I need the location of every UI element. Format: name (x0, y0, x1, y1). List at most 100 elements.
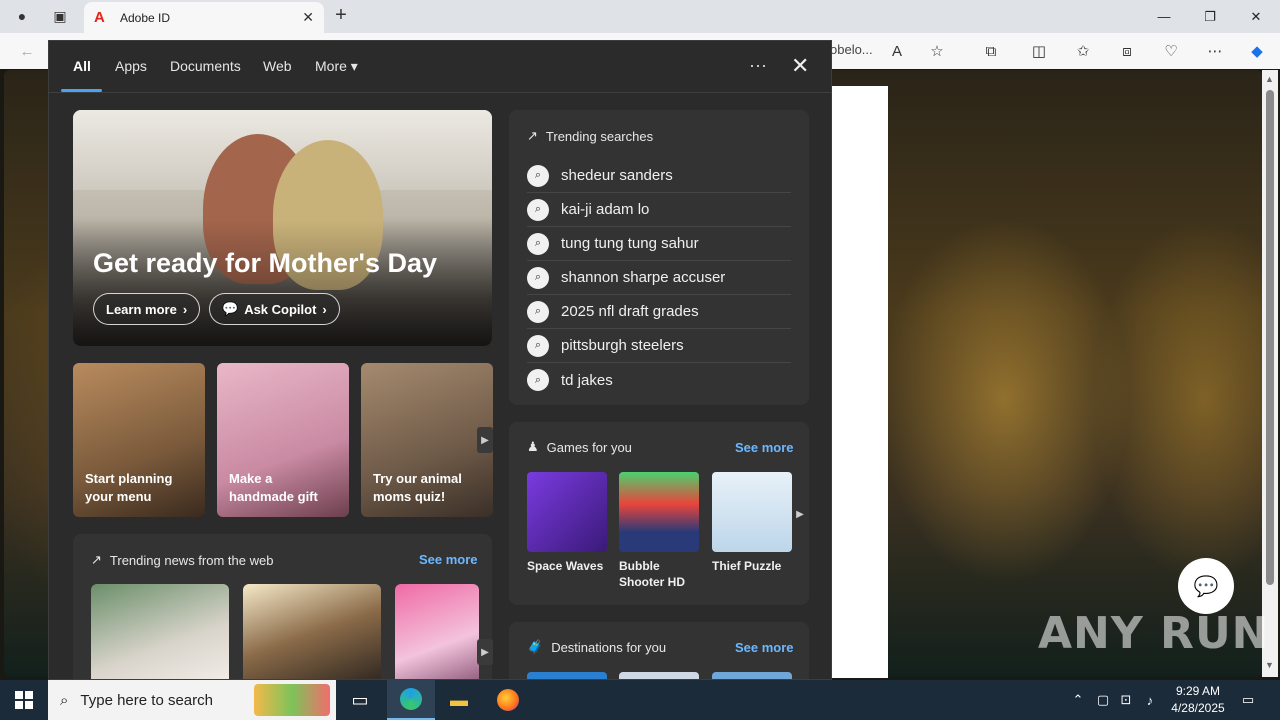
tray-chevron-icon[interactable]: ⌃ (1068, 680, 1088, 720)
page-scrollbar[interactable]: ▲ ▼ (1262, 70, 1278, 677)
search-icon: ⌕ (527, 369, 549, 391)
trending-item[interactable]: ⌕ td jakes (527, 363, 791, 397)
back-icon[interactable]: ← (16, 41, 38, 61)
chevron-right-icon: › (182, 301, 188, 317)
minimize-icon[interactable]: — (1141, 0, 1187, 33)
trending-icon: ↗ (91, 552, 102, 567)
taskbar-search-placeholder: Type here to search (80, 691, 213, 709)
network-icon[interactable]: ⊡ (1116, 680, 1136, 720)
game-name: Space Waves (527, 559, 604, 573)
read-aloud-icon[interactable]: A (886, 41, 908, 61)
scroll-down-icon[interactable]: ▼ (1265, 660, 1274, 670)
task-view-icon[interactable]: ▭ (336, 680, 384, 720)
taskbar-search[interactable]: ⌕ Type here to search (48, 680, 336, 720)
games-see-more-link[interactable]: See more (735, 440, 794, 455)
destination-image[interactable] (712, 672, 792, 679)
taskbar-clock[interactable]: 9:29 AM 4/28/2025 (1162, 683, 1234, 717)
destination-image[interactable] (619, 672, 699, 679)
game-name: Thief Puzzle (712, 559, 782, 573)
favorites-icon[interactable]: ✩ (1072, 41, 1094, 61)
news-image[interactable] (395, 584, 479, 679)
games-header: ♟ Games for you (527, 439, 632, 455)
game-item[interactable]: Thief Puzzle (712, 472, 792, 574)
favorite-star-icon[interactable]: ☆ (926, 41, 948, 61)
watermark: ANY RUN (1038, 608, 1270, 659)
address-bar-text[interactable]: obelo... (830, 42, 873, 57)
destinations-see-more-link[interactable]: See more (735, 640, 794, 655)
ask-copilot-button[interactable]: 💬 Ask Copilot › (209, 293, 340, 325)
luggage-icon: 🧳 (527, 639, 544, 654)
settings-more-icon[interactable]: ⋯ (1204, 41, 1226, 61)
news-see-more-link[interactable]: See more (419, 552, 478, 567)
tile-label: Start planning your menu (85, 471, 173, 504)
tab-adobe-id[interactable]: A Adobe ID ✕ (84, 2, 324, 33)
window-close-icon[interactable]: ✕ (1233, 0, 1279, 33)
chat-feedback-button[interactable]: 💬 (1178, 558, 1234, 614)
clock-date: 4/28/2025 (1171, 701, 1225, 715)
hero-card[interactable]: Get ready for Mother's Day Learn more › … (73, 110, 492, 346)
tab-all[interactable]: All (73, 58, 91, 74)
volume-icon[interactable]: ♪ (1140, 680, 1160, 720)
collections-icon[interactable]: ⧈ (1116, 41, 1138, 61)
profile-icon[interactable]: ● (8, 4, 36, 28)
flyout-tabs: All Apps Documents Web More ▾ ··· ✕ (49, 41, 831, 93)
flyout-close-icon[interactable]: ✕ (791, 53, 809, 79)
tile-quiz[interactable]: Try our animal moms quiz! (361, 363, 493, 517)
windows-logo-icon (15, 691, 33, 709)
chevron-down-icon: ▾ (350, 58, 358, 74)
search-icon: ⌕ (527, 164, 549, 187)
tab-close-icon[interactable]: ✕ (302, 9, 314, 26)
trending-item[interactable]: ⌕ shedeur sanders (527, 159, 791, 193)
tiles-next-icon[interactable]: ▶ (477, 427, 493, 453)
destination-image[interactable] (527, 672, 607, 679)
learn-more-label: Learn more (106, 301, 177, 317)
news-image[interactable] (91, 584, 229, 679)
restore-icon[interactable]: ❐ (1187, 0, 1233, 33)
game-item[interactable]: Space Waves (527, 472, 607, 574)
split-screen-icon[interactable]: ◫ (1028, 41, 1050, 61)
scrollbar-thumb[interactable] (1266, 90, 1274, 585)
games-card: ♟ Games for you See more Space Waves Bub… (509, 422, 809, 605)
notifications-icon[interactable]: ▭ (1236, 680, 1260, 720)
hero-title: Get ready for Mother's Day (93, 248, 438, 278)
tab-more[interactable]: More ▾ (315, 58, 358, 75)
tile-gift[interactable]: Make a handmade gift (217, 363, 349, 517)
scroll-up-icon[interactable]: ▲ (1265, 74, 1274, 84)
tab-documents[interactable]: Documents (170, 58, 241, 74)
tab-web[interactable]: Web (263, 58, 292, 74)
file-explorer-icon[interactable]: ▬ (435, 680, 483, 720)
trending-item[interactable]: ⌕ kai-ji adam lo (527, 193, 791, 227)
more-options-icon[interactable]: ··· (749, 55, 767, 76)
meet-now-icon[interactable]: ▢ (1094, 680, 1112, 720)
search-icon: ⌕ (527, 334, 549, 357)
destinations-title: Destinations for you (551, 639, 667, 655)
trending-item[interactable]: ⌕ tung tung tung sahur (527, 227, 791, 261)
games-next-icon[interactable]: ▶ (793, 502, 807, 526)
tile-menu[interactable]: Start planning your menu (73, 363, 205, 517)
firefox-icon[interactable] (484, 680, 532, 720)
copilot-icon[interactable]: ◆ (1246, 41, 1268, 61)
tab-actions-icon[interactable]: ▣ (46, 4, 74, 28)
game-item[interactable]: Bubble Shooter HD (619, 472, 699, 590)
tab-apps[interactable]: Apps (115, 58, 147, 74)
trending-news-header: ↗ Trending news from the web (91, 552, 273, 568)
browser-essentials-icon[interactable]: ♡ (1160, 41, 1182, 61)
edge-icon[interactable] (387, 680, 435, 720)
start-button[interactable] (0, 680, 48, 720)
clock-time: 9:29 AM (1175, 684, 1221, 698)
games-title: Games for you (546, 439, 632, 455)
news-image[interactable] (243, 584, 381, 679)
game-thumbnail (712, 472, 792, 552)
game-thumbnail (527, 472, 607, 552)
news-title: Trending news from the web (109, 552, 274, 568)
new-tab-button[interactable]: + (330, 5, 352, 27)
news-next-icon[interactable]: ▶ (477, 639, 493, 665)
destinations-header: 🧳 Destinations for you (527, 639, 666, 655)
learn-more-button[interactable]: Learn more › (93, 293, 201, 325)
trending-item[interactable]: ⌕ pittsburgh steelers (527, 329, 791, 363)
page-card (832, 86, 888, 678)
chevron-right-icon: › (322, 301, 327, 317)
extensions-icon[interactable]: ⧉ (980, 41, 1002, 61)
trending-item[interactable]: ⌕ 2025 nfl draft grades (527, 295, 791, 329)
trending-item[interactable]: ⌕ shannon sharpe accuser (527, 261, 791, 295)
